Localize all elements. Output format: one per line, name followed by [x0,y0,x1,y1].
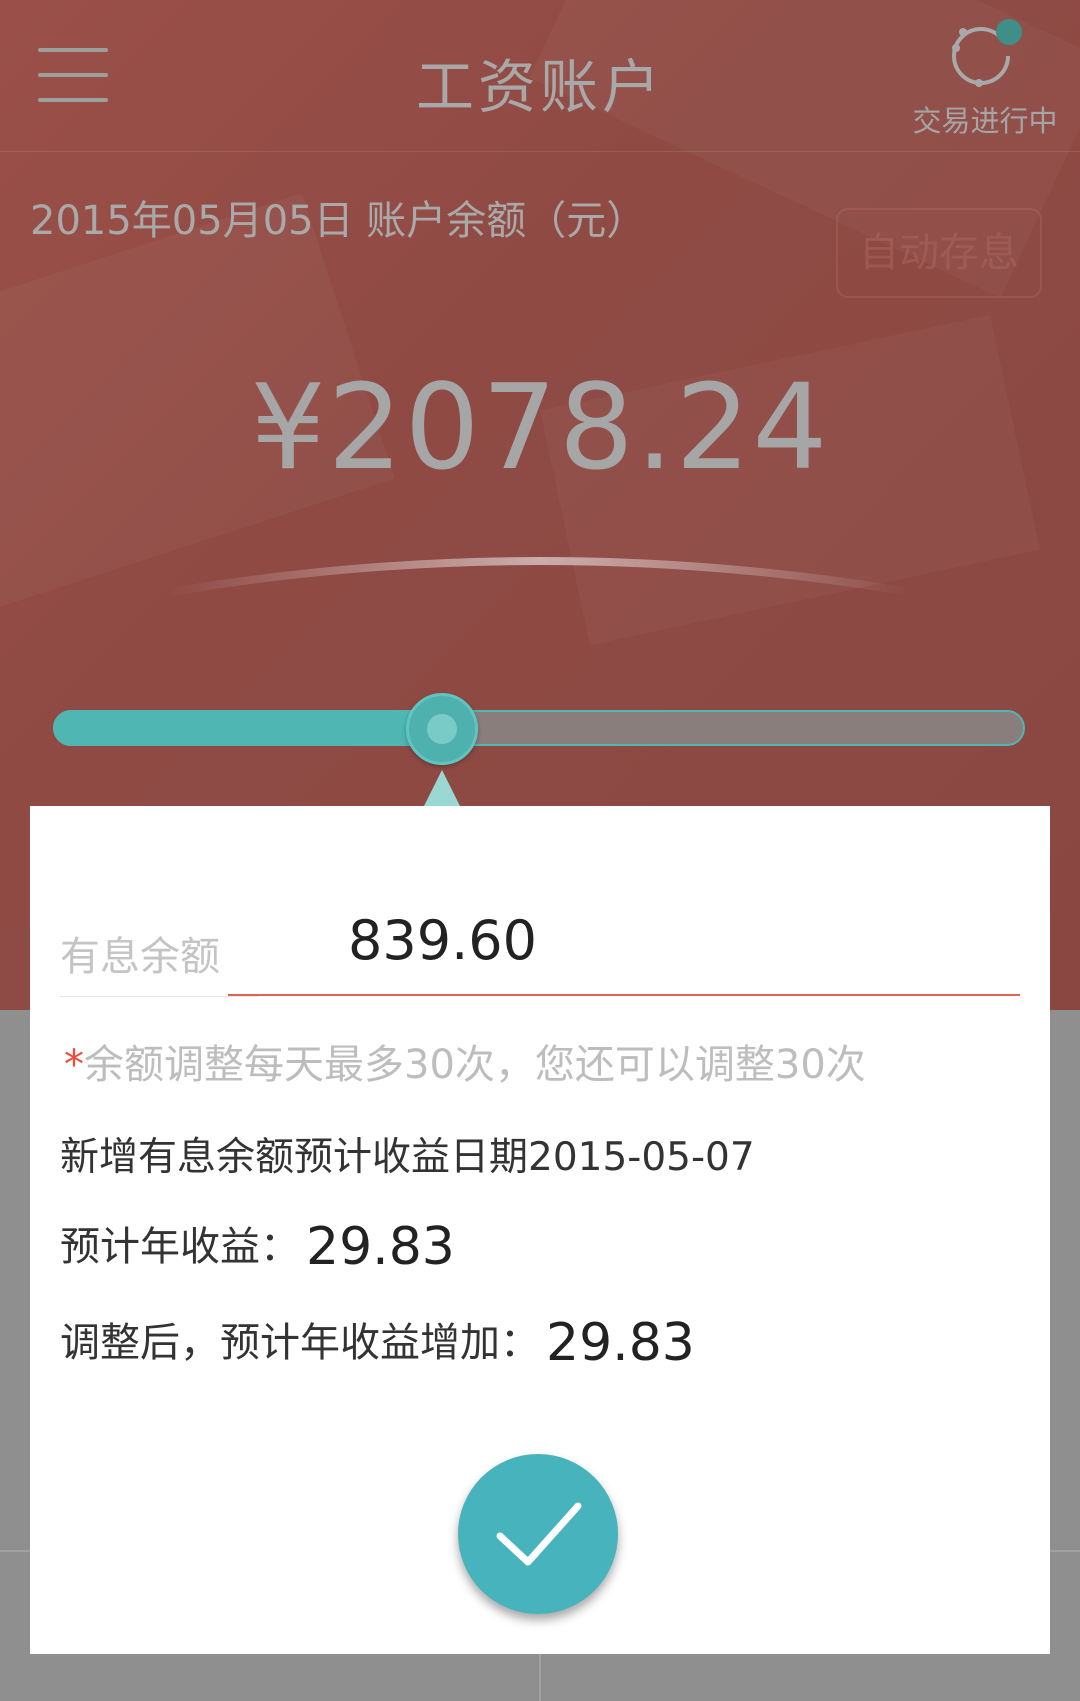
notice-text: 余额调整每天最多30次，您还可以调整30次 [84,1042,866,1088]
slider-fill [53,710,442,746]
balance-slider[interactable] [53,693,1025,765]
adjust-balance-dialog: 有息余额 *余额调整每天最多30次，您还可以调整30次 新增有息余额预计收益日期… [30,806,1050,1654]
slider-pointer [423,770,460,806]
transaction-status-label: 交易进行中 [912,104,1058,138]
auto-deposit-button[interactable]: 自动存息 [836,208,1042,298]
confirm-button[interactable] [458,1454,618,1614]
divider [60,996,258,997]
adjust-limit-notice: *余额调整每天最多30次，您还可以调整30次 [64,1032,866,1090]
income-increase-value: 29.83 [546,1313,695,1373]
sync-status-icon [952,19,1022,87]
required-star: * [64,1042,84,1088]
check-icon [496,1502,582,1566]
account-balance: ¥2078.24 [250,358,830,496]
nav-bar: 工资账户 交易进行中 [0,0,1080,152]
balance-date-label: 2015年05月05日 账户余额（元） [30,198,647,244]
income-increase-label: 调整后，预计年收益增加： [60,1320,540,1366]
decorative-arc [169,557,911,596]
slider-thumb[interactable] [405,693,478,765]
annual-income-value: 29.83 [306,1217,455,1277]
interest-balance-input[interactable] [348,900,948,980]
transaction-status-button[interactable]: 交易进行中 [895,12,1075,140]
annual-income-label: 预计年收益： [60,1224,300,1270]
annual-income-row: 预计年收益： 29.83 [60,1214,455,1277]
expected-date-info: 新增有息余额预计收益日期2015-05-07 [60,1135,755,1180]
income-increase-row: 调整后，预计年收益增加： 29.83 [60,1310,695,1373]
interest-balance-label: 有息余额 [60,934,220,980]
input-underline [228,994,1020,996]
